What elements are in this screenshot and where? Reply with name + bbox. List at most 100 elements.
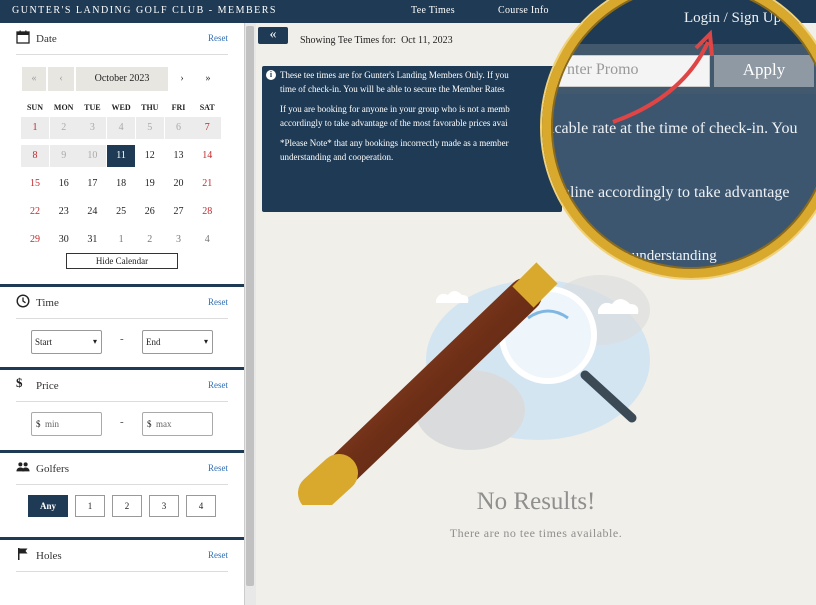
- chevron-down-icon: ▾: [92, 337, 97, 346]
- calendar-day[interactable]: 2: [136, 229, 164, 251]
- weekday-header: TUE: [84, 103, 101, 112]
- showing-label: Showing Tee Times for:: [300, 35, 397, 46]
- notice-line: These tee times are for Gunter's Landing…: [280, 68, 554, 96]
- date-section: Date Reset « ‹ October 2023 › » SUN MON TU…: [0, 23, 244, 283]
- time-reset-link[interactable]: Reset: [208, 297, 228, 307]
- golfers-option-any[interactable]: Any: [28, 495, 68, 517]
- people-icon: [16, 462, 30, 472]
- weekday-header: SAT: [199, 103, 215, 112]
- calendar-next-button[interactable]: ›: [170, 67, 194, 91]
- calendar-day[interactable]: 25: [107, 201, 135, 223]
- sidebar-scrollbar-thumb[interactable]: [246, 26, 254, 586]
- calendar-prev-button[interactable]: ‹: [48, 67, 74, 91]
- calendar-day[interactable]: 3: [165, 229, 193, 251]
- weekday-header: THU: [141, 103, 159, 112]
- holes-title: Holes: [36, 550, 62, 562]
- calendar-day[interactable]: 29: [21, 229, 49, 251]
- calendar-last-button[interactable]: »: [196, 67, 220, 91]
- notice-text: accordingly to take advantage of the mos…: [280, 118, 508, 128]
- holes-reset-link[interactable]: Reset: [208, 550, 228, 560]
- calendar-day[interactable]: 3: [78, 117, 107, 139]
- golfers-option-1[interactable]: 1: [75, 495, 105, 517]
- golfers-option-3[interactable]: 3: [149, 495, 179, 517]
- calendar-day[interactable]: 6: [164, 117, 193, 139]
- time-start-value: Start: [35, 337, 52, 347]
- calendar-day[interactable]: 27: [165, 201, 193, 223]
- calendar-day[interactable]: 30: [50, 229, 78, 251]
- time-end-value: End: [146, 337, 161, 347]
- calendar-day[interactable]: 1: [107, 229, 135, 251]
- notice-text: time of check-in. You will be able to se…: [280, 84, 505, 94]
- price-section: $ Price Reset $ min - $ max: [0, 367, 244, 450]
- golfers-option-2[interactable]: 2: [112, 495, 142, 517]
- notice-line: If you are booking for anyone in your gr…: [280, 102, 554, 130]
- no-results-title: No Results!: [476, 488, 596, 515]
- calendar-day[interactable]: 16: [50, 173, 78, 195]
- calendar-day[interactable]: 26: [136, 201, 164, 223]
- date-title: Date: [36, 33, 57, 45]
- price-max-placeholder: max: [156, 419, 172, 429]
- holes-section-header: Holes Reset: [16, 544, 228, 572]
- weekday-header: MON: [53, 103, 74, 112]
- calendar-day[interactable]: 11: [107, 145, 136, 167]
- no-results-message: There are no tee times available.: [449, 526, 623, 540]
- calendar-day[interactable]: 4: [107, 117, 136, 139]
- calendar-day[interactable]: 17: [78, 173, 106, 195]
- calendar-day[interactable]: 10: [78, 145, 107, 167]
- price-min-placeholder: min: [45, 419, 60, 429]
- price-title: Price: [36, 380, 59, 392]
- dollar-icon: $: [16, 375, 23, 390]
- golfers-section: Golfers Reset: [0, 450, 244, 537]
- nav-course-info[interactable]: Course Info: [498, 5, 549, 16]
- date-section-header: Date Reset: [16, 27, 228, 55]
- calendar-day[interactable]: 18: [107, 173, 135, 195]
- calendar-icon: [16, 30, 30, 44]
- members-notice: i These tee times are for Gunter's Landi…: [262, 66, 562, 212]
- calendar-day[interactable]: 23: [50, 201, 78, 223]
- time-start-select[interactable]: Start ▾: [31, 330, 102, 354]
- calendar-day[interactable]: 9: [49, 145, 78, 167]
- currency-symbol: $: [36, 419, 41, 429]
- calendar-day[interactable]: 19: [136, 173, 164, 195]
- weekday-header: WED: [111, 103, 131, 112]
- nav-tee-times[interactable]: Tee Times: [411, 5, 455, 16]
- calendar-day[interactable]: 20: [165, 173, 193, 195]
- time-title: Time: [36, 297, 59, 309]
- calendar-day[interactable]: 4: [193, 229, 221, 251]
- calendar-day[interactable]: 24: [78, 201, 106, 223]
- calendar-day[interactable]: 22: [21, 201, 49, 223]
- golfers-option-4[interactable]: 4: [186, 495, 216, 517]
- price-reset-link[interactable]: Reset: [208, 380, 228, 390]
- calendar-day[interactable]: 12: [136, 145, 164, 167]
- calendar-day[interactable]: 31: [78, 229, 106, 251]
- currency-symbol: $: [147, 419, 152, 429]
- calendar-day[interactable]: 5: [135, 117, 164, 139]
- calendar-first-button[interactable]: «: [22, 67, 46, 91]
- calendar-day[interactable]: 21: [193, 173, 221, 195]
- calendar-month-label[interactable]: October 2023: [76, 67, 168, 91]
- double-chevron-left-icon: «: [269, 27, 277, 42]
- hide-calendar-button[interactable]: Hide Calendar: [66, 253, 178, 269]
- flag-icon: [18, 548, 28, 560]
- calendar-day[interactable]: 13: [165, 145, 193, 167]
- weekday-header: FRI: [171, 103, 186, 112]
- time-end-select[interactable]: End ▾: [142, 330, 213, 354]
- notice-text: *Please Note* that any bookings incorrec…: [280, 138, 509, 148]
- date-reset-link[interactable]: Reset: [208, 33, 228, 43]
- calendar-day[interactable]: 1: [21, 117, 49, 139]
- calendar-day[interactable]: 15: [21, 173, 49, 195]
- notice-line: *Please Note* that any bookings incorrec…: [280, 136, 554, 164]
- showing-tee-times: Showing Tee Times for: Oct 11, 2023: [300, 35, 453, 46]
- calendar-day[interactable]: 2: [49, 117, 78, 139]
- collapse-sidebar-button[interactable]: «: [258, 27, 288, 44]
- calendar-day[interactable]: 28: [193, 201, 221, 223]
- golfers-reset-link[interactable]: Reset: [208, 463, 228, 473]
- calendar-day[interactable]: 14: [193, 145, 221, 167]
- weekday-header: SUN: [26, 103, 43, 112]
- club-name[interactable]: GUNTER'S LANDING GOLF CLUB - MEMBERS: [12, 5, 277, 16]
- price-max-input[interactable]: $ max: [142, 412, 213, 436]
- price-min-input[interactable]: $ min: [31, 412, 102, 436]
- calendar-day[interactable]: 7: [193, 117, 222, 139]
- holes-section: Holes Reset: [0, 537, 244, 605]
- calendar-day[interactable]: 8: [21, 145, 49, 167]
